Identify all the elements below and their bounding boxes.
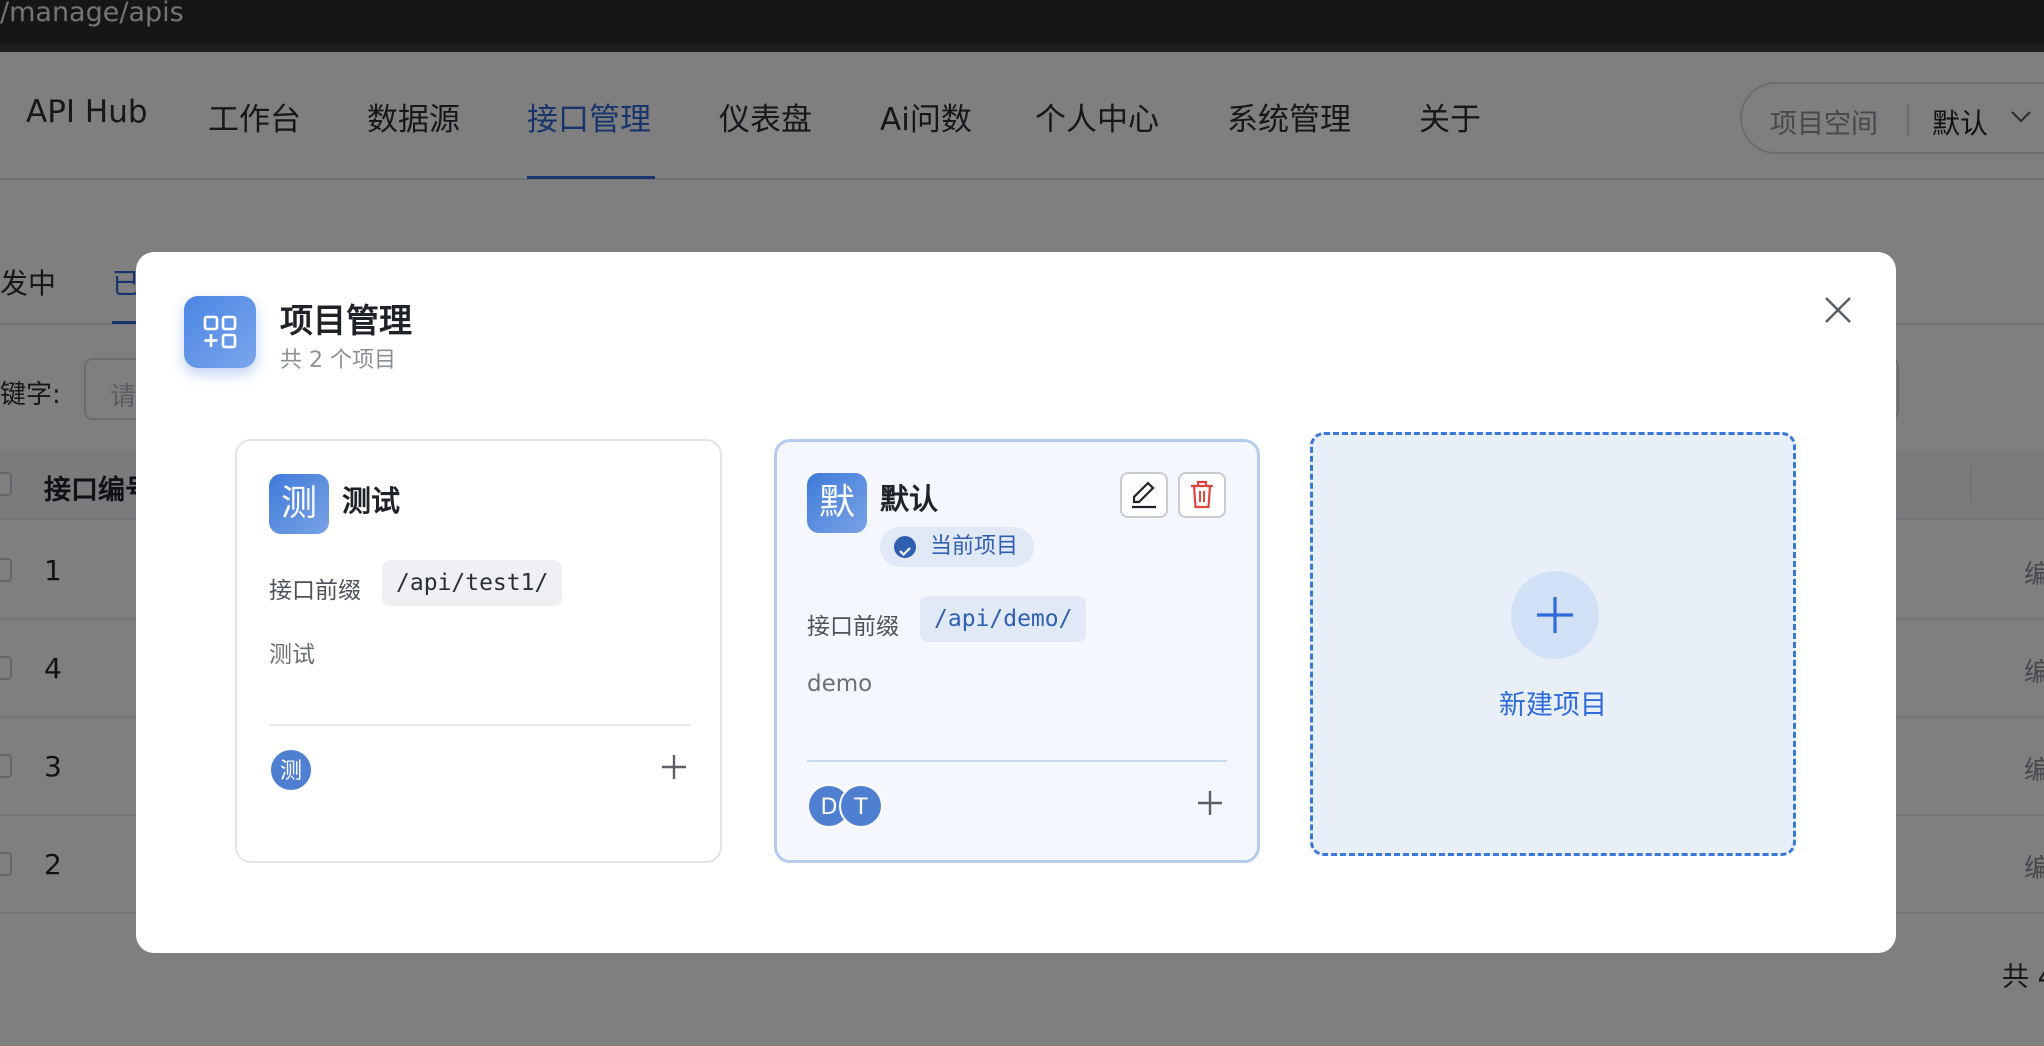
project-name: 默认 — [880, 482, 939, 516]
new-project-card[interactable]: 新建项目 — [1310, 432, 1796, 856]
api-prefix-label: 接口前缀 — [269, 578, 361, 604]
current-project-label: 当前项目 — [930, 534, 1019, 559]
edit-project-button[interactable] — [1120, 472, 1168, 518]
project-management-modal: 项目管理 共 2 个项目 测 测试 接口前缀 /api/test1/ 测试 测 … — [136, 252, 1896, 953]
project-avatar: 默 — [807, 473, 867, 533]
check-circle-icon — [894, 536, 916, 558]
api-prefix-value: /api/test1/ — [382, 560, 563, 606]
card-divider — [807, 760, 1227, 762]
project-name: 测试 — [342, 484, 401, 518]
plus-icon — [1511, 571, 1599, 659]
card-divider — [269, 724, 691, 726]
project-description: 测试 — [269, 642, 315, 668]
add-member-icon[interactable] — [1195, 788, 1225, 824]
modal-subtitle: 共 2 个项目 — [280, 348, 396, 373]
project-card-default[interactable]: 默 默认 当前项目 接口前缀 /api/demo/ demo D T — [774, 439, 1260, 863]
add-member-icon[interactable] — [659, 752, 689, 788]
member-avatar: 测 — [269, 748, 313, 792]
member-avatar: T — [839, 784, 883, 828]
grid-plus-icon — [184, 296, 256, 368]
delete-project-button[interactable] — [1178, 472, 1226, 518]
project-description: demo — [807, 671, 873, 697]
modal-title: 项目管理 — [280, 301, 412, 340]
project-card-test[interactable]: 测 测试 接口前缀 /api/test1/ 测试 测 — [235, 439, 722, 863]
pencil-icon — [1122, 481, 1166, 520]
project-avatar: 测 — [269, 474, 329, 534]
close-icon[interactable] — [1816, 288, 1860, 332]
new-project-label: 新建项目 — [1499, 690, 1607, 721]
api-prefix-label: 接口前缀 — [807, 614, 899, 640]
api-prefix-value: /api/demo/ — [920, 596, 1087, 642]
current-project-badge: 当前项目 — [880, 527, 1035, 567]
trash-icon — [1180, 480, 1224, 520]
